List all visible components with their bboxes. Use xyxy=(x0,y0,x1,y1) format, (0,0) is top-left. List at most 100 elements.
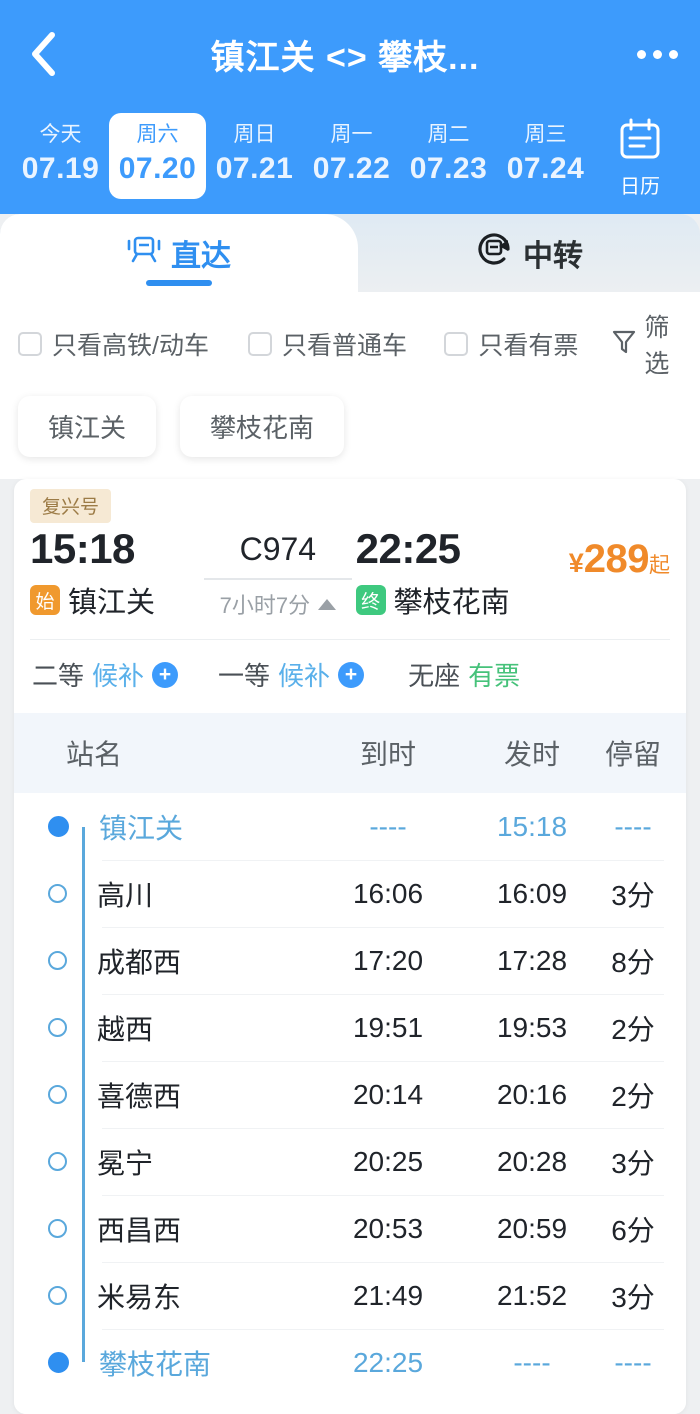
checkbox-highspeed[interactable]: 只看高铁/动车 xyxy=(18,326,209,362)
more-horizontal-icon xyxy=(668,49,678,59)
app-screen: 镇江关 <> 攀枝... 今天 07.19 周六 07.20 周日 07.21 … xyxy=(0,0,700,1414)
checkbox-normal[interactable]: 只看普通车 xyxy=(248,326,407,362)
station-chip-row: 镇江关 攀枝花南 xyxy=(0,390,700,479)
date-tab-3[interactable]: 周一 07.22 xyxy=(303,113,400,198)
stop-stay-duration: 3分 xyxy=(611,879,655,911)
table-row[interactable]: 镇江关 ---- 15:18 ---- xyxy=(14,793,686,860)
table-row[interactable]: 越西 19:51 19:53 2分 xyxy=(14,994,686,1061)
stop-stay-duration: 2分 xyxy=(611,1080,655,1112)
column-header-station: 站名 xyxy=(66,739,123,770)
price-block[interactable]: ¥289起 xyxy=(510,525,670,582)
stop-stay-duration: 3分 xyxy=(611,1147,655,1179)
date-tab-1[interactable]: 周六 07.20 xyxy=(109,113,206,199)
currency-symbol: ¥ xyxy=(568,548,584,578)
chevron-left-icon xyxy=(30,31,56,77)
stop-departure-time: 16:09 xyxy=(496,877,568,909)
date-tab-0[interactable]: 今天 07.19 xyxy=(12,113,109,198)
table-row[interactable]: 成都西 17:20 17:28 8分 xyxy=(14,927,686,994)
tab-transfer[interactable]: 中转 xyxy=(358,214,700,292)
more-options-button[interactable] xyxy=(614,0,700,108)
stop-station-name: 喜德西 xyxy=(97,1080,182,1112)
route-line xyxy=(204,578,352,580)
content-sheet: 直达 中转 只看高铁/动车 只看普通车 只看有票 筛选 镇江关 攀枝花南 复兴号… xyxy=(0,214,700,1414)
column-header-arrival: 到时 xyxy=(359,739,416,770)
stop-departure-time: 19:53 xyxy=(496,1011,568,1043)
back-button[interactable] xyxy=(0,0,86,108)
tab-direct[interactable]: 直达 xyxy=(0,214,358,292)
table-row[interactable]: 高川 16:06 16:09 3分 xyxy=(14,860,686,927)
seat-class-standing[interactable]: 无座 有票 xyxy=(408,656,520,693)
seat-class-second[interactable]: 二等 候补 + xyxy=(32,656,179,693)
train-summary: 15:18 始 镇江关 C974 7小时7分 22:25 终 攀枝花南 ¥289… xyxy=(14,523,686,621)
date-value: 07.22 xyxy=(312,152,391,186)
table-row[interactable]: 西昌西 20:53 20:59 6分 xyxy=(14,1195,686,1262)
stops-list: 镇江关 ---- 15:18 ---- 高川 16:06 16:09 3分 成都… xyxy=(14,793,686,1414)
plus-icon[interactable]: + xyxy=(152,661,179,688)
filter-button-label: 筛选 xyxy=(644,314,670,378)
column-header-departure: 发时 xyxy=(503,739,560,770)
chevron-up-icon[interactable] xyxy=(318,598,337,610)
more-horizontal-icon xyxy=(636,49,646,59)
stop-arrival-time: 20:14 xyxy=(352,1078,424,1110)
funnel-icon xyxy=(612,329,636,360)
station-chip-destination[interactable]: 攀枝花南 xyxy=(180,396,345,457)
stop-departure-time: 21:52 xyxy=(496,1279,568,1311)
stop-dot-terminus xyxy=(48,1352,69,1373)
arrival-block: 22:25 终 攀枝花南 xyxy=(355,525,510,621)
train-result-card[interactable]: 复兴号 15:18 始 镇江关 C974 7小时7分 22:25 终 攀枝花南 … xyxy=(14,479,686,1414)
table-row[interactable]: 米易东 21:49 21:52 3分 xyxy=(14,1262,686,1329)
date-selector: 今天 07.19 周六 07.20 周日 07.21 周一 07.22 周二 0… xyxy=(0,108,700,204)
date-weekday: 周日 xyxy=(233,123,276,147)
stop-station-name: 高川 xyxy=(97,879,154,911)
checkbox-label: 只看普通车 xyxy=(282,332,408,360)
stop-dot xyxy=(48,1018,67,1037)
column-header-stay: 停留 xyxy=(604,739,661,770)
stop-station-name: 冕宁 xyxy=(97,1147,154,1179)
stop-dot xyxy=(48,1152,67,1171)
stop-arrival-time: 19:51 xyxy=(352,1011,424,1043)
date-value: 07.24 xyxy=(506,152,585,186)
stop-stay-duration: 2分 xyxy=(611,1013,655,1045)
table-row[interactable]: 冕宁 20:25 20:28 3分 xyxy=(14,1128,686,1195)
stop-dot xyxy=(48,884,67,903)
filter-button[interactable]: 筛选 xyxy=(612,308,682,380)
calendar-button[interactable]: 日历 xyxy=(594,113,686,199)
station-chip-origin[interactable]: 镇江关 xyxy=(18,396,157,457)
seat-class-label: 一等 xyxy=(218,661,271,691)
stop-departure-time: ---- xyxy=(513,1346,551,1378)
price-value: 289 xyxy=(583,537,650,581)
tab-direct-label: 直达 xyxy=(171,240,231,273)
stop-arrival-time: 16:06 xyxy=(352,877,424,909)
stop-departure-time: 20:16 xyxy=(496,1078,568,1110)
table-row[interactable]: 攀枝花南 22:25 ---- ---- xyxy=(14,1329,686,1396)
seat-class-label: 无座 xyxy=(408,661,461,691)
date-tab-4[interactable]: 周二 07.23 xyxy=(400,113,497,198)
stop-dot-origin xyxy=(48,816,69,837)
checkbox-box[interactable] xyxy=(18,332,42,356)
stop-arrival-time: 20:53 xyxy=(352,1212,424,1244)
checkbox-box[interactable] xyxy=(248,332,273,356)
table-row[interactable]: 喜德西 20:14 20:16 2分 xyxy=(14,1061,686,1128)
date-tab-5[interactable]: 周三 07.24 xyxy=(497,113,594,198)
stop-arrival-time: 21:49 xyxy=(352,1279,424,1311)
stop-arrival-time: ---- xyxy=(369,810,407,842)
date-tab-2[interactable]: 周日 07.21 xyxy=(206,113,303,198)
date-weekday: 周六 xyxy=(136,123,179,147)
tab-active-indicator xyxy=(146,280,212,286)
price-suffix: 起 xyxy=(649,554,670,577)
stops-table-header: 站名 到时 发时 停留 xyxy=(14,713,686,793)
origin-badge: 始 xyxy=(30,585,60,615)
checkbox-box[interactable] xyxy=(444,332,469,356)
departure-station: 镇江关 xyxy=(68,587,156,619)
seat-status: 有票 xyxy=(468,661,521,691)
duration-text: 7小时7分 xyxy=(219,593,311,618)
plus-icon[interactable]: + xyxy=(338,661,365,688)
seat-status: 候补 xyxy=(278,661,331,691)
seat-class-first[interactable]: 一等 候补 + xyxy=(218,656,365,693)
duration-row[interactable]: 7小时7分 xyxy=(200,588,356,620)
stop-dot xyxy=(48,1219,67,1238)
checkbox-available[interactable]: 只看有票 xyxy=(444,326,578,362)
stop-station-name: 攀枝花南 xyxy=(99,1348,212,1380)
date-value: 07.19 xyxy=(21,152,100,186)
train-type-badge: 复兴号 xyxy=(30,489,112,523)
